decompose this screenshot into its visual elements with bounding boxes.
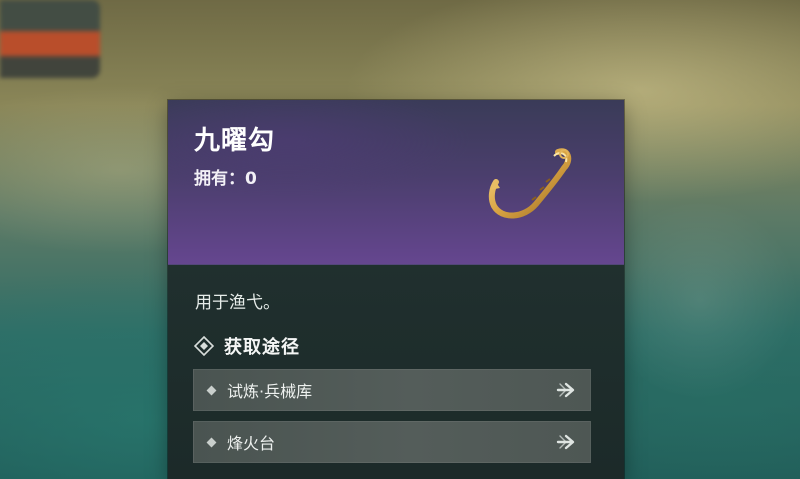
background-glow <box>600 200 800 400</box>
bullet-diamond-icon <box>206 437 217 447</box>
acquire-section-title: 获取途径 <box>194 334 300 358</box>
route-label: 烽火台 <box>227 434 276 453</box>
arrow-right-icon[interactable] <box>556 433 578 451</box>
fish-hook-icon <box>488 148 572 219</box>
bullet-diamond-icon <box>206 385 217 395</box>
arrow-right-icon[interactable] <box>556 381 578 399</box>
item-name: 九曜勾 <box>194 126 276 156</box>
item-detail-card: 九曜勾 拥有：0 用于渔弋。 获取途径 试炼·兵械库 烽火台 <box>168 100 624 479</box>
diamond-marker-icon <box>194 336 214 356</box>
owned-count: 拥有：0 <box>194 169 257 189</box>
route-label: 试炼·兵械库 <box>227 382 313 401</box>
acquire-title-text: 获取途径 <box>224 337 300 358</box>
background-menu-fragment <box>0 0 100 78</box>
item-header: 九曜勾 拥有：0 <box>168 100 624 265</box>
route-item-beacon-tower[interactable]: 烽火台 <box>193 421 591 463</box>
route-item-trial-armory[interactable]: 试炼·兵械库 <box>193 369 591 411</box>
item-description: 用于渔弋。 <box>195 293 280 313</box>
